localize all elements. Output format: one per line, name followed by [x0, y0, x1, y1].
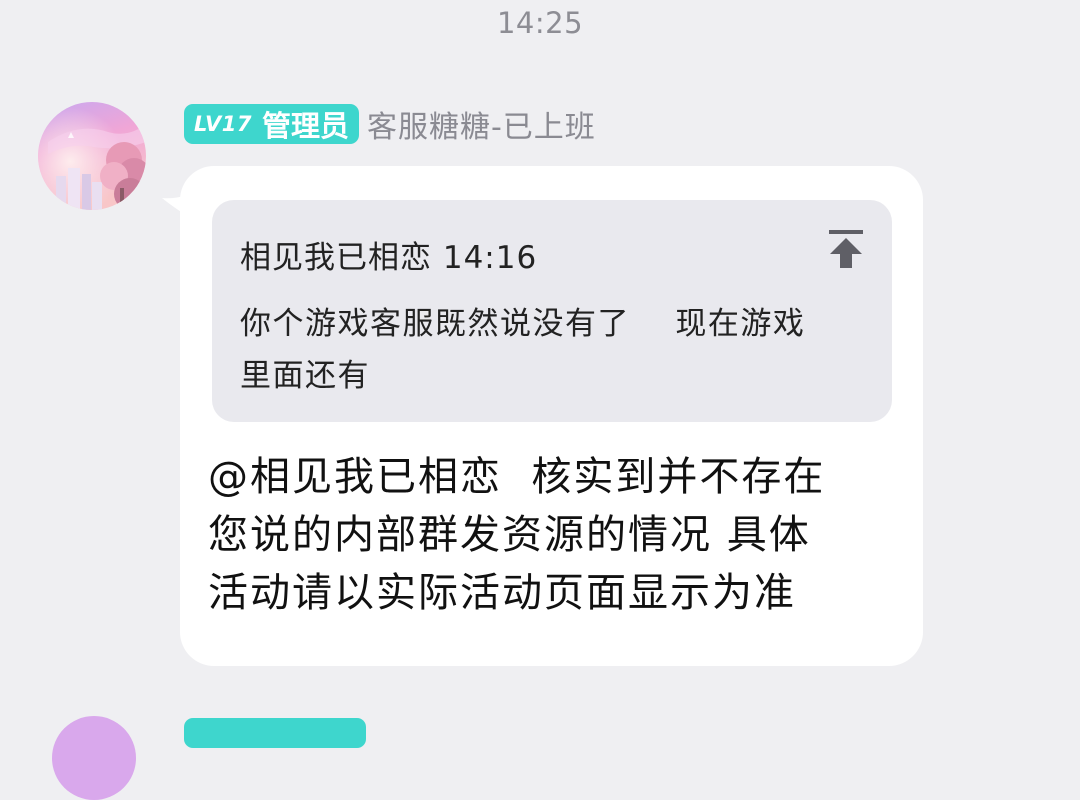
quote-text: 你个游戏客服既然说没有了 现在游戏 里面还有: [240, 306, 806, 394]
quoted-message[interactable]: 相见我已相恋 14:16 你个游戏客服既然说没有了 现在游戏 里面还有: [212, 200, 892, 422]
next-level-badge: [184, 718, 366, 748]
level-role-badge: LV17 管理员: [184, 104, 359, 144]
role-label: 管理员: [261, 109, 349, 143]
quote-author-time: 相见我已相恋 14:16: [240, 240, 538, 276]
next-sender-avatar[interactable]: [52, 716, 136, 800]
sender-info-row: LV17 管理员 客服糖糖-已上班: [184, 103, 596, 145]
jump-to-original-icon[interactable]: [826, 228, 866, 270]
message-bubble[interactable]: 相见我已相恋 14:16 你个游戏客服既然说没有了 现在游戏 里面还有 @相见我…: [180, 166, 923, 666]
message-timestamp: 14:25: [496, 6, 584, 40]
message-text: @相见我已相恋 核实到并不存在 您说的内部群发资源的情况 具体 活动请以实际活动…: [208, 454, 826, 616]
avatar-image: [52, 716, 136, 800]
avatar-image: [38, 102, 146, 210]
level-label: LV17: [194, 112, 252, 136]
sender-avatar[interactable]: [38, 102, 146, 210]
sender-name[interactable]: 客服糖糖-已上班: [367, 102, 596, 146]
